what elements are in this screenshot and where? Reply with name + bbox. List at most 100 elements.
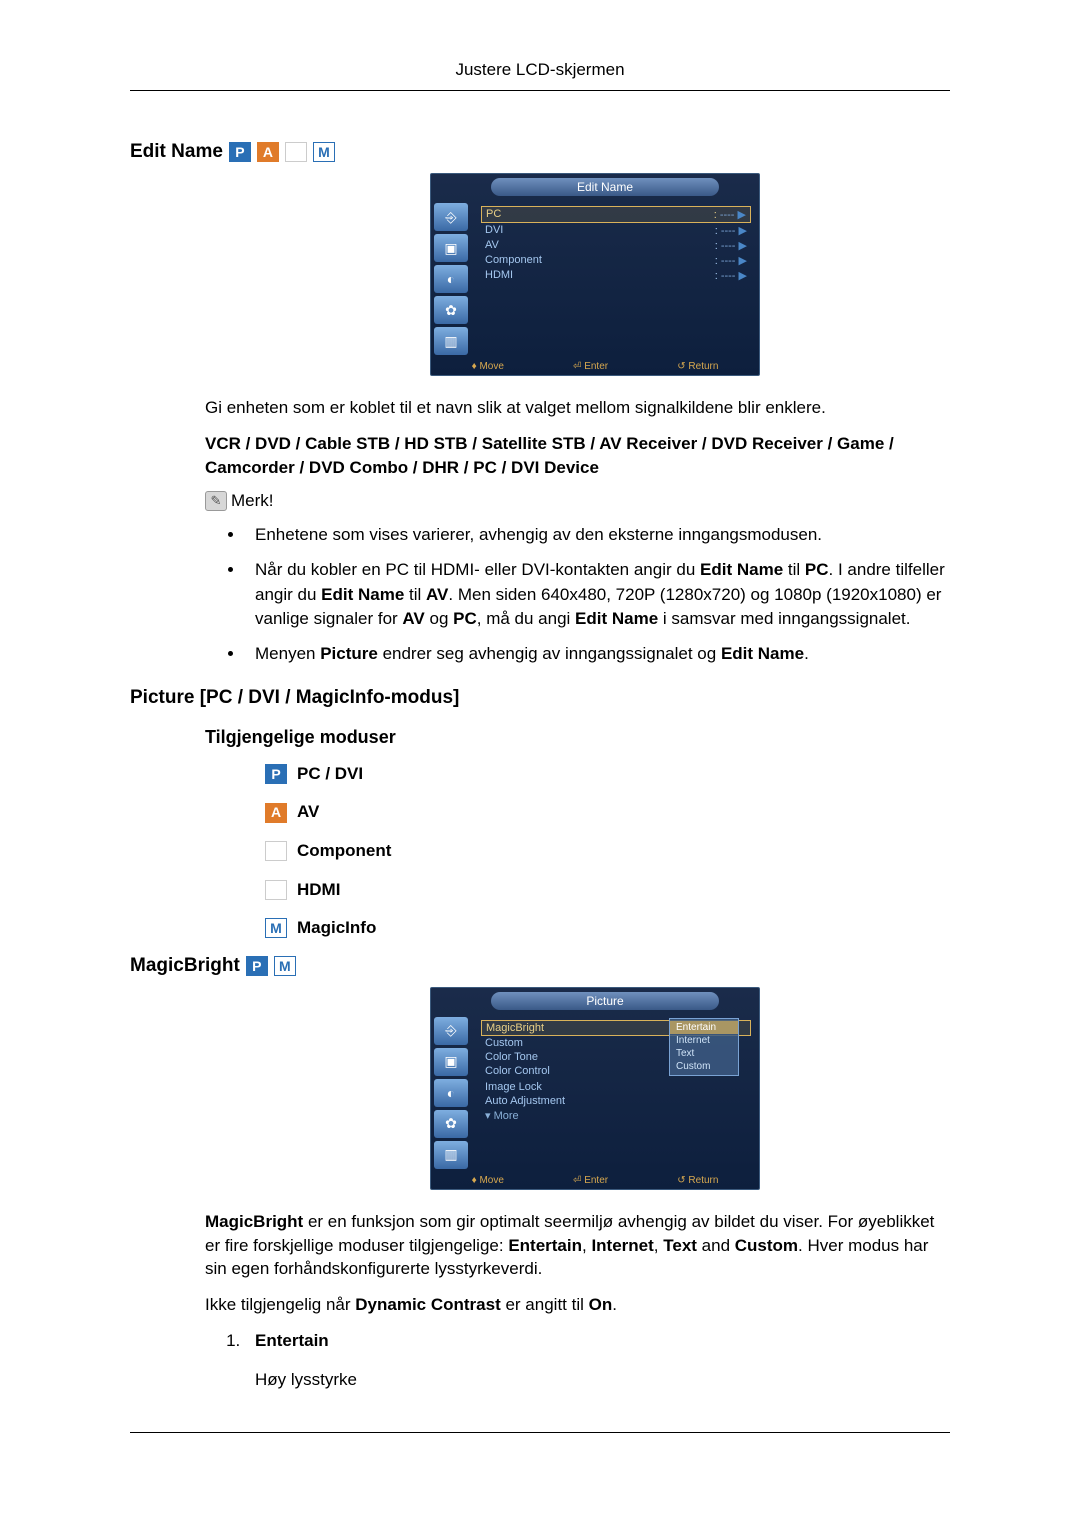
osd-picture-icon: ▣ [434,1048,468,1076]
numlist-title: Entertain [255,1331,329,1350]
modes-title: Tilgjengelige moduser [205,727,950,748]
osd-row[interactable]: DVI : ---- ▶ [481,223,751,238]
osd-row-label: Color Tone [485,1051,538,1063]
arrow-right-icon: ▶ [739,255,747,267]
page-header: Justere LCD-skjermen [130,60,950,91]
osd-title: Edit Name [491,178,719,196]
magicbright-desc: MagicBright er en funksjon som gir optim… [205,1210,950,1281]
osd-row-label: PC [486,208,501,221]
osd-move-hint: ♦ Move [472,1175,504,1186]
arrow-right-icon: ▶ [739,240,747,252]
badge-a-icon: A [257,142,279,162]
osd-row-label: Custom [485,1037,523,1049]
picture-title-label: Picture [PC / DVI / MagicInfo-modus] [130,687,459,709]
osd-popup-item[interactable]: Custom [670,1060,738,1073]
mode-item: HDMI [245,878,950,903]
osd-popup-item[interactable]: Entertain [670,1021,738,1034]
bullet-item: Menyen Picture endrer seg avhengig av in… [245,642,950,667]
osd-input-icon: ⎆ [434,1017,468,1045]
osd-popup[interactable]: EntertainInternetTextCustom [669,1018,739,1076]
osd-row[interactable]: ▾ More [481,1108,751,1123]
osd-setup-icon: ✿ [434,296,468,324]
osd-setup-icon: ✿ [434,1110,468,1138]
osd-sound-icon: ◐ [434,1079,468,1107]
arrow-right-icon: ▶ [739,270,747,282]
mode-label: HDMI [297,878,340,903]
osd-footer: ♦ Move ⏎ Enter ↺ Return [431,1172,759,1189]
osd-row-label: Color Control [485,1065,550,1077]
magicbright-list: EntertainHøy lysstyrke [225,1329,950,1392]
badge-a-icon: A [265,803,287,823]
osd-row[interactable]: Image Lock [481,1080,751,1094]
section-title-magicbright: MagicBright P M [130,955,950,977]
badge-blank-icon [265,841,287,861]
osd-title: Picture [491,992,719,1010]
osd-row[interactable]: PC : ---- ▶ [481,206,751,223]
note-icon: ✎ [205,491,227,511]
osd-enter-hint: ⏎ Enter [573,1175,608,1186]
osd-picture: Picture ⎆ ▣ ◐ ✿ ▥ MagicBright Custom Color… [430,987,760,1190]
mode-label: AV [297,800,319,825]
osd-row-label: Image Lock [485,1081,542,1093]
note-line: ✎ Merk! [205,491,950,511]
mode-item: A AV [245,800,950,825]
badge-m-icon: M [274,956,296,976]
edit-name-intro: Gi enheten som er koblet til et navn sli… [205,396,950,420]
note-label: Merk! [231,491,274,511]
osd-row-label: HDMI [485,269,513,282]
magicbright-note: Ikke tilgjengelig når Dynamic Contrast e… [205,1293,950,1317]
edit-name-bullets: Enhetene som vises varierer, avhengig av… [225,523,950,666]
arrow-right-icon: ▶ [738,209,746,221]
footer-rule [130,1432,950,1433]
mode-label: PC / DVI [297,762,363,787]
mode-item: M MagicInfo [245,916,950,941]
osd-sound-icon: ◐ [434,265,468,293]
bullet-item: Når du kobler en PC til HDMI- eller DVI-… [245,558,950,632]
section-title-edit-name: Edit Name P A M [130,141,950,163]
osd-row-value: ---- [721,255,736,267]
badge-m-icon: M [265,918,287,938]
osd-row[interactable]: Component : ---- ▶ [481,253,751,268]
osd-multi-icon: ▥ [434,327,468,355]
mode-label: Component [297,839,391,864]
edit-name-label: Edit Name [130,141,223,163]
section-title-picture: Picture [PC / DVI / MagicInfo-modus] [130,687,950,709]
osd-footer: ♦ Move ⏎ Enter ↺ Return [431,358,759,375]
osd-row[interactable]: HDMI : ---- ▶ [481,268,751,283]
mode-label: MagicInfo [297,916,376,941]
magicbright-title-label: MagicBright [130,955,240,977]
osd-row[interactable]: Auto Adjustment [481,1094,751,1108]
osd-row-label: Component [485,254,542,267]
osd-row-label: MagicBright [486,1022,544,1034]
osd-edit-name: Edit Name ⎆ ▣ ◐ ✿ ▥ PC : ---- ▶ DVI : --… [430,173,760,376]
badge-blank-icon [265,880,287,900]
mode-item: Component [245,839,950,864]
osd-return-hint: ↺ Return [677,361,718,372]
osd-row-value: ---- [721,270,736,282]
osd-sidebar: ⎆ ▣ ◐ ✿ ▥ [431,200,473,358]
osd-row-label: AV [485,239,499,252]
osd-popup-item[interactable]: Text [670,1047,738,1060]
osd-row-value: ---- [721,225,736,237]
osd-row[interactable]: AV : ---- ▶ [481,238,751,253]
osd-row-label: ▾ More [485,1109,519,1122]
osd-picture-icon: ▣ [434,234,468,262]
osd-list: PC : ---- ▶ DVI : ---- ▶ AV : ---- ▶ Com… [473,200,759,358]
badge-p-icon: P [229,142,251,162]
badge-p-icon: P [246,956,268,976]
arrow-right-icon: ▶ [739,225,747,237]
mode-item: P PC / DVI [245,762,950,787]
osd-row-value: ---- [721,240,736,252]
osd-input-icon: ⎆ [434,203,468,231]
osd-row-label: Auto Adjustment [485,1095,565,1107]
osd-row-value: ---- [720,209,735,221]
osd-move-hint: ♦ Move [472,361,504,372]
device-list: VCR / DVD / Cable STB / HD STB / Satelli… [205,432,950,480]
badge-blank-icon [285,142,307,162]
osd-popup-item[interactable]: Internet [670,1034,738,1047]
bullet-item: Enhetene som vises varierer, avhengig av… [245,523,950,548]
osd-multi-icon: ▥ [434,1141,468,1169]
osd-return-hint: ↺ Return [677,1175,718,1186]
badge-m-icon: M [313,142,335,162]
osd-sidebar: ⎆ ▣ ◐ ✿ ▥ [431,1014,473,1172]
